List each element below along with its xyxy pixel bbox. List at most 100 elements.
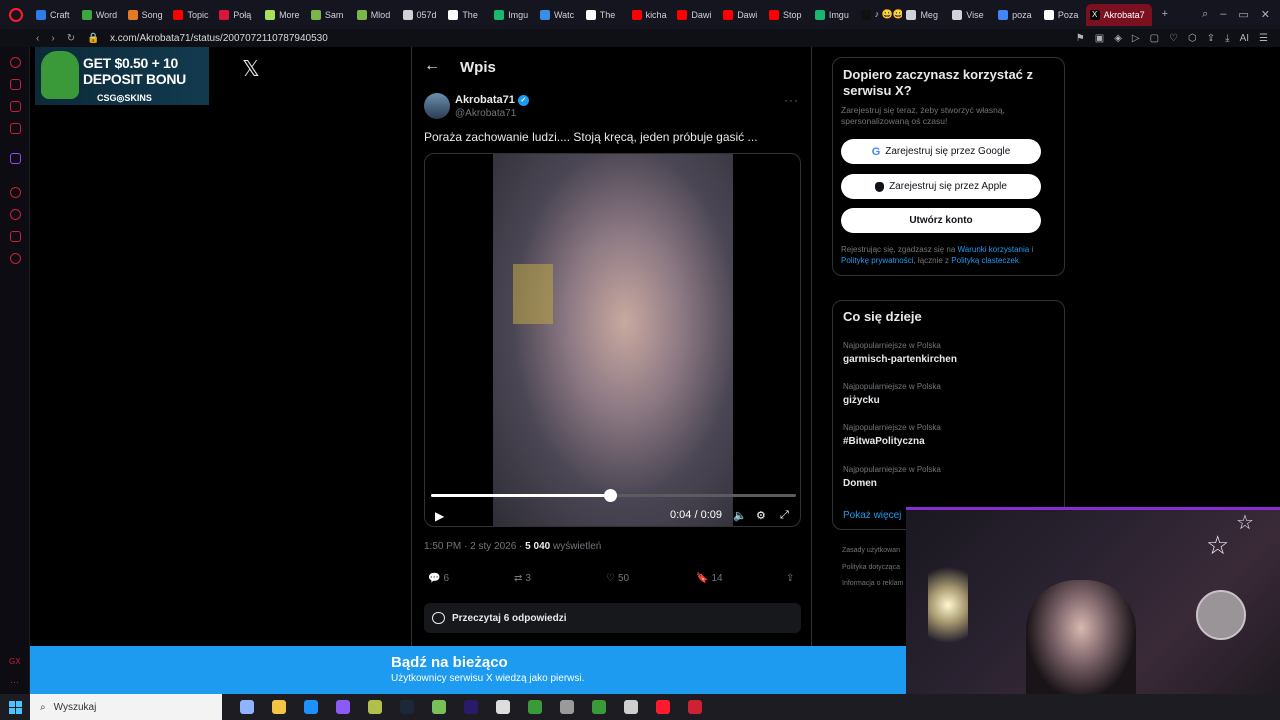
create-account-button[interactable]: Utwórz konto <box>841 208 1041 233</box>
back-arrow-icon[interactable]: ← <box>424 57 440 75</box>
taskbar-app-icon[interactable] <box>336 700 350 714</box>
extensions-sidebar-icon[interactable] <box>10 231 21 242</box>
ai-icon[interactable]: AI <box>1240 33 1249 44</box>
display-name[interactable]: Akrobata71 <box>455 94 515 106</box>
menu-icon[interactable]: ☰ <box>1259 33 1268 44</box>
play-icon[interactable]: ▶ <box>435 509 444 523</box>
browser-tab[interactable]: Vise <box>948 4 994 26</box>
workspace-icon[interactable] <box>10 79 21 90</box>
taskbar-app-icon[interactable] <box>240 700 254 714</box>
browser-tab[interactable]: poza <box>994 4 1040 26</box>
video-frame[interactable] <box>493 154 733 526</box>
browser-tab[interactable]: The <box>444 4 490 26</box>
trend-item[interactable]: Najpopularniejsze w Polska giżycku <box>843 382 941 406</box>
browser-tab[interactable]: Craft <box>32 4 78 26</box>
close-icon[interactable]: ✕ <box>1261 8 1270 21</box>
new-tab-icon[interactable]: + <box>1162 8 1168 21</box>
more-sidebar-icon[interactable]: ··· <box>10 677 21 688</box>
taskbar-app-icon[interactable] <box>656 700 670 714</box>
video-progress-bar[interactable] <box>431 489 796 502</box>
browser-tab[interactable]: Imgu <box>490 4 536 26</box>
maximize-icon[interactable]: ▭ <box>1238 8 1248 21</box>
reply-button[interactable]: 💬 6 <box>428 573 449 584</box>
taskbar-app-icon[interactable] <box>592 700 606 714</box>
browser-tab[interactable]: More <box>261 4 307 26</box>
browser-tab[interactable]: Meg <box>902 4 948 26</box>
author-name[interactable]: Akrobata71 ✓ <box>455 94 529 106</box>
browser-tab[interactable]: Połą <box>215 4 261 26</box>
taskbar-app-icon[interactable] <box>496 700 510 714</box>
reload-icon[interactable]: ↻ <box>67 33 75 44</box>
taskbar-app-icon[interactable] <box>560 700 574 714</box>
messenger-icon[interactable] <box>10 101 21 112</box>
author-handle[interactable]: @Akrobata71 <box>455 108 516 119</box>
browser-tab[interactable]: Poza <box>1040 4 1086 26</box>
search-tabs-icon[interactable]: ⌕ <box>1202 8 1208 21</box>
like-button[interactable]: ♡ 50 <box>606 573 629 584</box>
taskbar-app-icon[interactable] <box>464 700 478 714</box>
taskbar-app-icon[interactable] <box>432 700 446 714</box>
browser-tab[interactable]: Stop <box>765 4 811 26</box>
share-icon[interactable]: ⇪ <box>1207 33 1215 44</box>
browser-tab[interactable]: Watc <box>536 4 582 26</box>
play-icon[interactable]: ▷ <box>1132 33 1140 44</box>
footer-link[interactable]: Polityka dotycząca <box>842 564 900 571</box>
windows-start-icon[interactable] <box>0 694 30 720</box>
wallet-icon[interactable]: ▢ <box>1150 33 1159 44</box>
browser-tab[interactable]: Mlod <box>353 4 399 26</box>
taskbar-app-icon[interactable] <box>688 700 702 714</box>
taskbar-app-icon[interactable] <box>304 700 318 714</box>
heart-icon[interactable]: ♡ <box>1169 33 1178 44</box>
footer-link[interactable]: Zasady użytkowan <box>842 547 900 554</box>
taskbar-app-icon[interactable] <box>624 700 638 714</box>
twitch-icon[interactable] <box>10 153 21 164</box>
trend-item[interactable]: Najpopularniejsze w Polska #BitwaPolityc… <box>843 423 941 447</box>
repost-button[interactable]: ⇄ 3 <box>514 573 531 584</box>
forward-nav-icon[interactable]: › <box>51 33 54 44</box>
privacy-link[interactable]: Politykę prywatności <box>841 256 913 265</box>
back-nav-icon[interactable]: ‹ <box>36 33 39 44</box>
gx-icon[interactable]: GX <box>9 657 21 668</box>
signup-banner[interactable]: Bądź na bieżąco Użytkownicy serwisu X wi… <box>30 646 906 694</box>
extensions-icon[interactable]: ⬡ <box>1188 33 1197 44</box>
avatar[interactable] <box>424 93 450 119</box>
browser-tab[interactable]: Dawi <box>719 4 765 26</box>
taskbar-app-icon[interactable] <box>400 700 414 714</box>
cookies-link[interactable]: Polityką clasteczek <box>951 256 1019 265</box>
player-icon[interactable] <box>10 187 21 198</box>
download-icon[interactable]: ⤓ <box>1225 33 1229 44</box>
browser-tab[interactable]: Dawi <box>673 4 719 26</box>
trend-item[interactable]: Najpopularniejsze w Polska Domen <box>843 465 941 489</box>
browser-tab[interactable]: ♪ 😀😀 <box>857 4 902 26</box>
share-button[interactable]: ⇪ <box>786 573 794 584</box>
whatsapp-icon[interactable] <box>10 123 21 134</box>
url-field[interactable]: x.com/Akrobata71/status/2007072110787940… <box>110 33 328 44</box>
gear-icon[interactable]: ⚙ <box>756 509 766 522</box>
settings-icon[interactable] <box>10 253 21 264</box>
browser-tab[interactable]: kicha <box>628 4 674 26</box>
history-icon[interactable] <box>10 209 21 220</box>
snapshot-icon[interactable]: ▣ <box>1095 33 1104 44</box>
x-logo-icon[interactable]: 𝕏 <box>242 56 260 82</box>
minimize-icon[interactable]: – <box>1220 8 1226 21</box>
show-more-link[interactable]: Pokaż więcej <box>843 510 901 521</box>
trend-item[interactable]: Najpopularniejsze w Polska garmisch-part… <box>843 341 957 365</box>
browser-tab[interactable]: Topic <box>169 4 215 26</box>
tab-active[interactable]: X Akrobata7 <box>1085 3 1152 26</box>
volume-icon[interactable]: 🔈 <box>733 509 747 522</box>
read-replies-button[interactable]: Przeczytaj 6 odpowiedzi <box>424 603 801 633</box>
aria-icon[interactable] <box>10 57 21 68</box>
shield-icon[interactable]: ◈ <box>1114 33 1122 44</box>
browser-tab[interactable]: Imgu <box>811 4 857 26</box>
post-timestamp[interactable]: 1:50 PM · 2 sty 2026 · <box>424 541 525 552</box>
browser-tab[interactable]: Song <box>124 4 170 26</box>
browser-tab[interactable]: The <box>582 4 628 26</box>
taskbar-app-icon[interactable] <box>272 700 286 714</box>
opera-logo-icon[interactable] <box>0 0 32 29</box>
video-scrub-handle[interactable] <box>603 489 617 502</box>
apple-signup-button[interactable]: Zarejestruj się przez Apple <box>841 174 1041 199</box>
more-options-icon[interactable]: ··· <box>784 93 799 107</box>
fullscreen-icon[interactable]: ⤢ <box>780 509 789 522</box>
video-player[interactable]: ▶ 0:04 / 0:09 🔈 ⚙ ⤢ <box>424 153 801 527</box>
taskbar-app-icon[interactable] <box>528 700 542 714</box>
